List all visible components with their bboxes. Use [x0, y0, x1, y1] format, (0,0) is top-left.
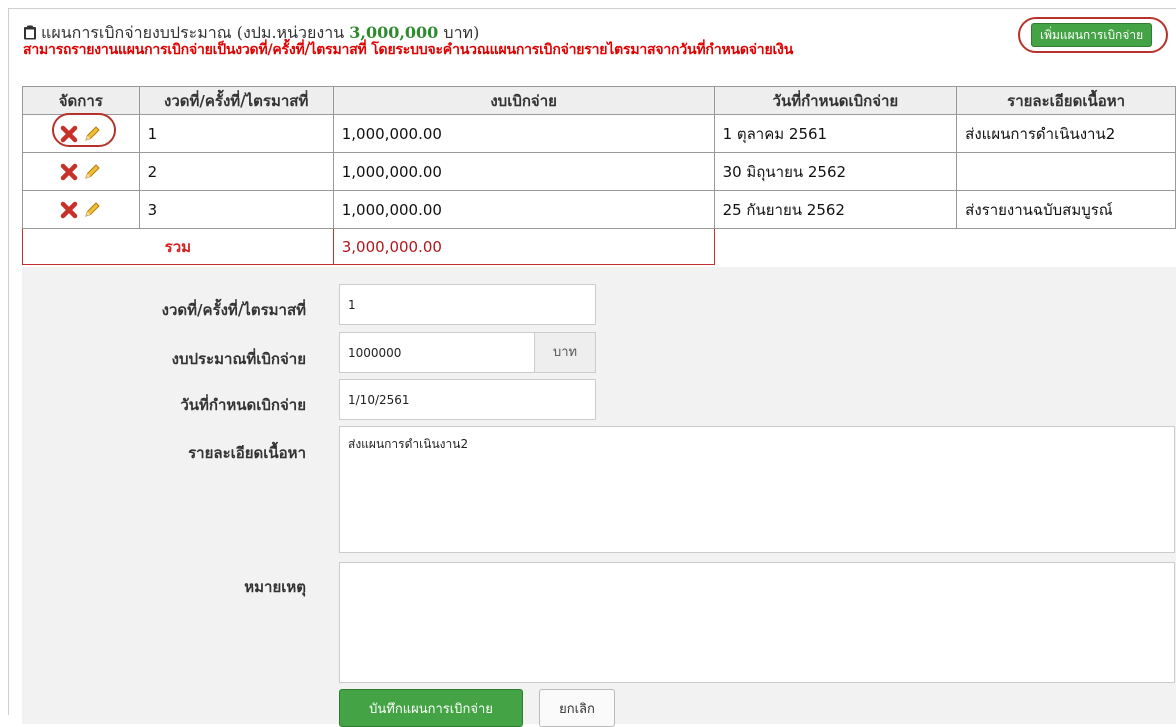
table-row: 3 1,000,000.00 25 กันยายน 2562 ส่งรายงาน…	[22, 190, 1176, 229]
total-value: 3,000,000.00	[332, 228, 715, 265]
period-label: งวดที่/ครั้งที่/ไตรมาสที่	[161, 301, 306, 319]
remark-textarea[interactable]	[339, 562, 1175, 683]
row-actions	[22, 190, 140, 229]
period-cell: 2	[138, 152, 334, 191]
table-row: 1 1,000,000.00 1 ตุลาคม 2561 ส่งแผนการดำ…	[22, 114, 1176, 153]
column-header: รายละเอียดเนื้อหา	[956, 86, 1176, 115]
table-row: 2 1,000,000.00 30 มิถุนายน 2562	[22, 152, 1176, 191]
row-actions	[22, 152, 140, 191]
panel-note: สามารถรายงานแผนการเบิกจ่ายเป็นงวดที่/ครั…	[23, 42, 794, 58]
column-header: งบเบิกจ่าย	[332, 86, 715, 115]
detail-label: รายละเอียดเนื้อหา	[188, 444, 306, 462]
panel-heading: แผนการเบิกจ่ายงบประมาณ (งปม.หน่วยงาน 3,0…	[23, 9, 1173, 71]
column-header: จัดการ	[22, 86, 140, 115]
amount-cell: 1,000,000.00	[332, 190, 715, 229]
total-label: รวม	[22, 228, 334, 265]
total-empty-cell	[956, 228, 1176, 265]
amount-cell: 1,000,000.00	[332, 152, 715, 191]
delete-icon[interactable]	[60, 201, 78, 219]
table-header-row: จัดการ งวดที่/ครั้งที่/ไตรมาสที่ งบเบิกจ…	[22, 86, 1176, 115]
date-label: วันที่กำหนดเบิกจ่าย	[180, 396, 306, 414]
edit-icon[interactable]	[83, 201, 101, 219]
edit-icon[interactable]	[83, 125, 101, 143]
budget-plan-panel: แผนการเบิกจ่ายงบประมาณ (งปม.หน่วยงาน 3,0…	[8, 8, 1176, 727]
plan-form: งวดที่/ครั้งที่/ไตรมาสที่ งบประมาณที่เบิ…	[22, 267, 1176, 727]
delete-icon[interactable]	[60, 163, 78, 181]
detail-cell: ส่งแผนการดำเนินงาน2	[956, 114, 1176, 153]
delete-icon[interactable]	[60, 125, 78, 143]
date-input[interactable]	[339, 379, 596, 420]
column-header: งวดที่/ครั้งที่/ไตรมาสที่	[138, 86, 334, 115]
cancel-button[interactable]: ยกเลิก	[539, 689, 615, 727]
edit-icon[interactable]	[83, 163, 101, 181]
date-cell: 30 มิถุนายน 2562	[713, 152, 958, 191]
period-input[interactable]	[339, 284, 596, 325]
add-plan-button[interactable]: เพิ่มแผนการเบิกจ่าย	[1031, 23, 1153, 47]
column-header: วันที่กำหนดเบิกจ่าย	[713, 86, 958, 115]
budget-label: งบประมาณที่เบิกจ่าย	[171, 350, 306, 368]
row-actions	[22, 114, 140, 153]
detail-textarea[interactable]: ส่งแผนการดำเนินงาน2	[339, 426, 1175, 553]
period-cell: 1	[138, 114, 334, 153]
total-empty-cell	[713, 228, 957, 265]
date-cell: 25 กันยายน 2562	[713, 190, 958, 229]
amount-cell: 1,000,000.00	[332, 114, 715, 153]
detail-cell: ส่งรายงานฉบับสมบูรณ์	[956, 190, 1176, 229]
detail-cell	[956, 152, 1176, 191]
plan-table: จัดการ งวดที่/ครั้งที่/ไตรมาสที่ งบเบิกจ…	[22, 86, 1176, 265]
save-button[interactable]: บันทึกแผนการเบิกจ่าย	[339, 689, 523, 727]
budget-unit: บาท	[534, 332, 596, 373]
date-cell: 1 ตุลาคม 2561	[713, 114, 958, 153]
period-cell: 3	[138, 190, 334, 229]
budget-input[interactable]	[339, 332, 535, 373]
remark-label: หมายเหตุ	[244, 578, 306, 596]
total-row: รวม 3,000,000.00	[22, 228, 1176, 265]
clipboard-icon	[24, 25, 36, 40]
